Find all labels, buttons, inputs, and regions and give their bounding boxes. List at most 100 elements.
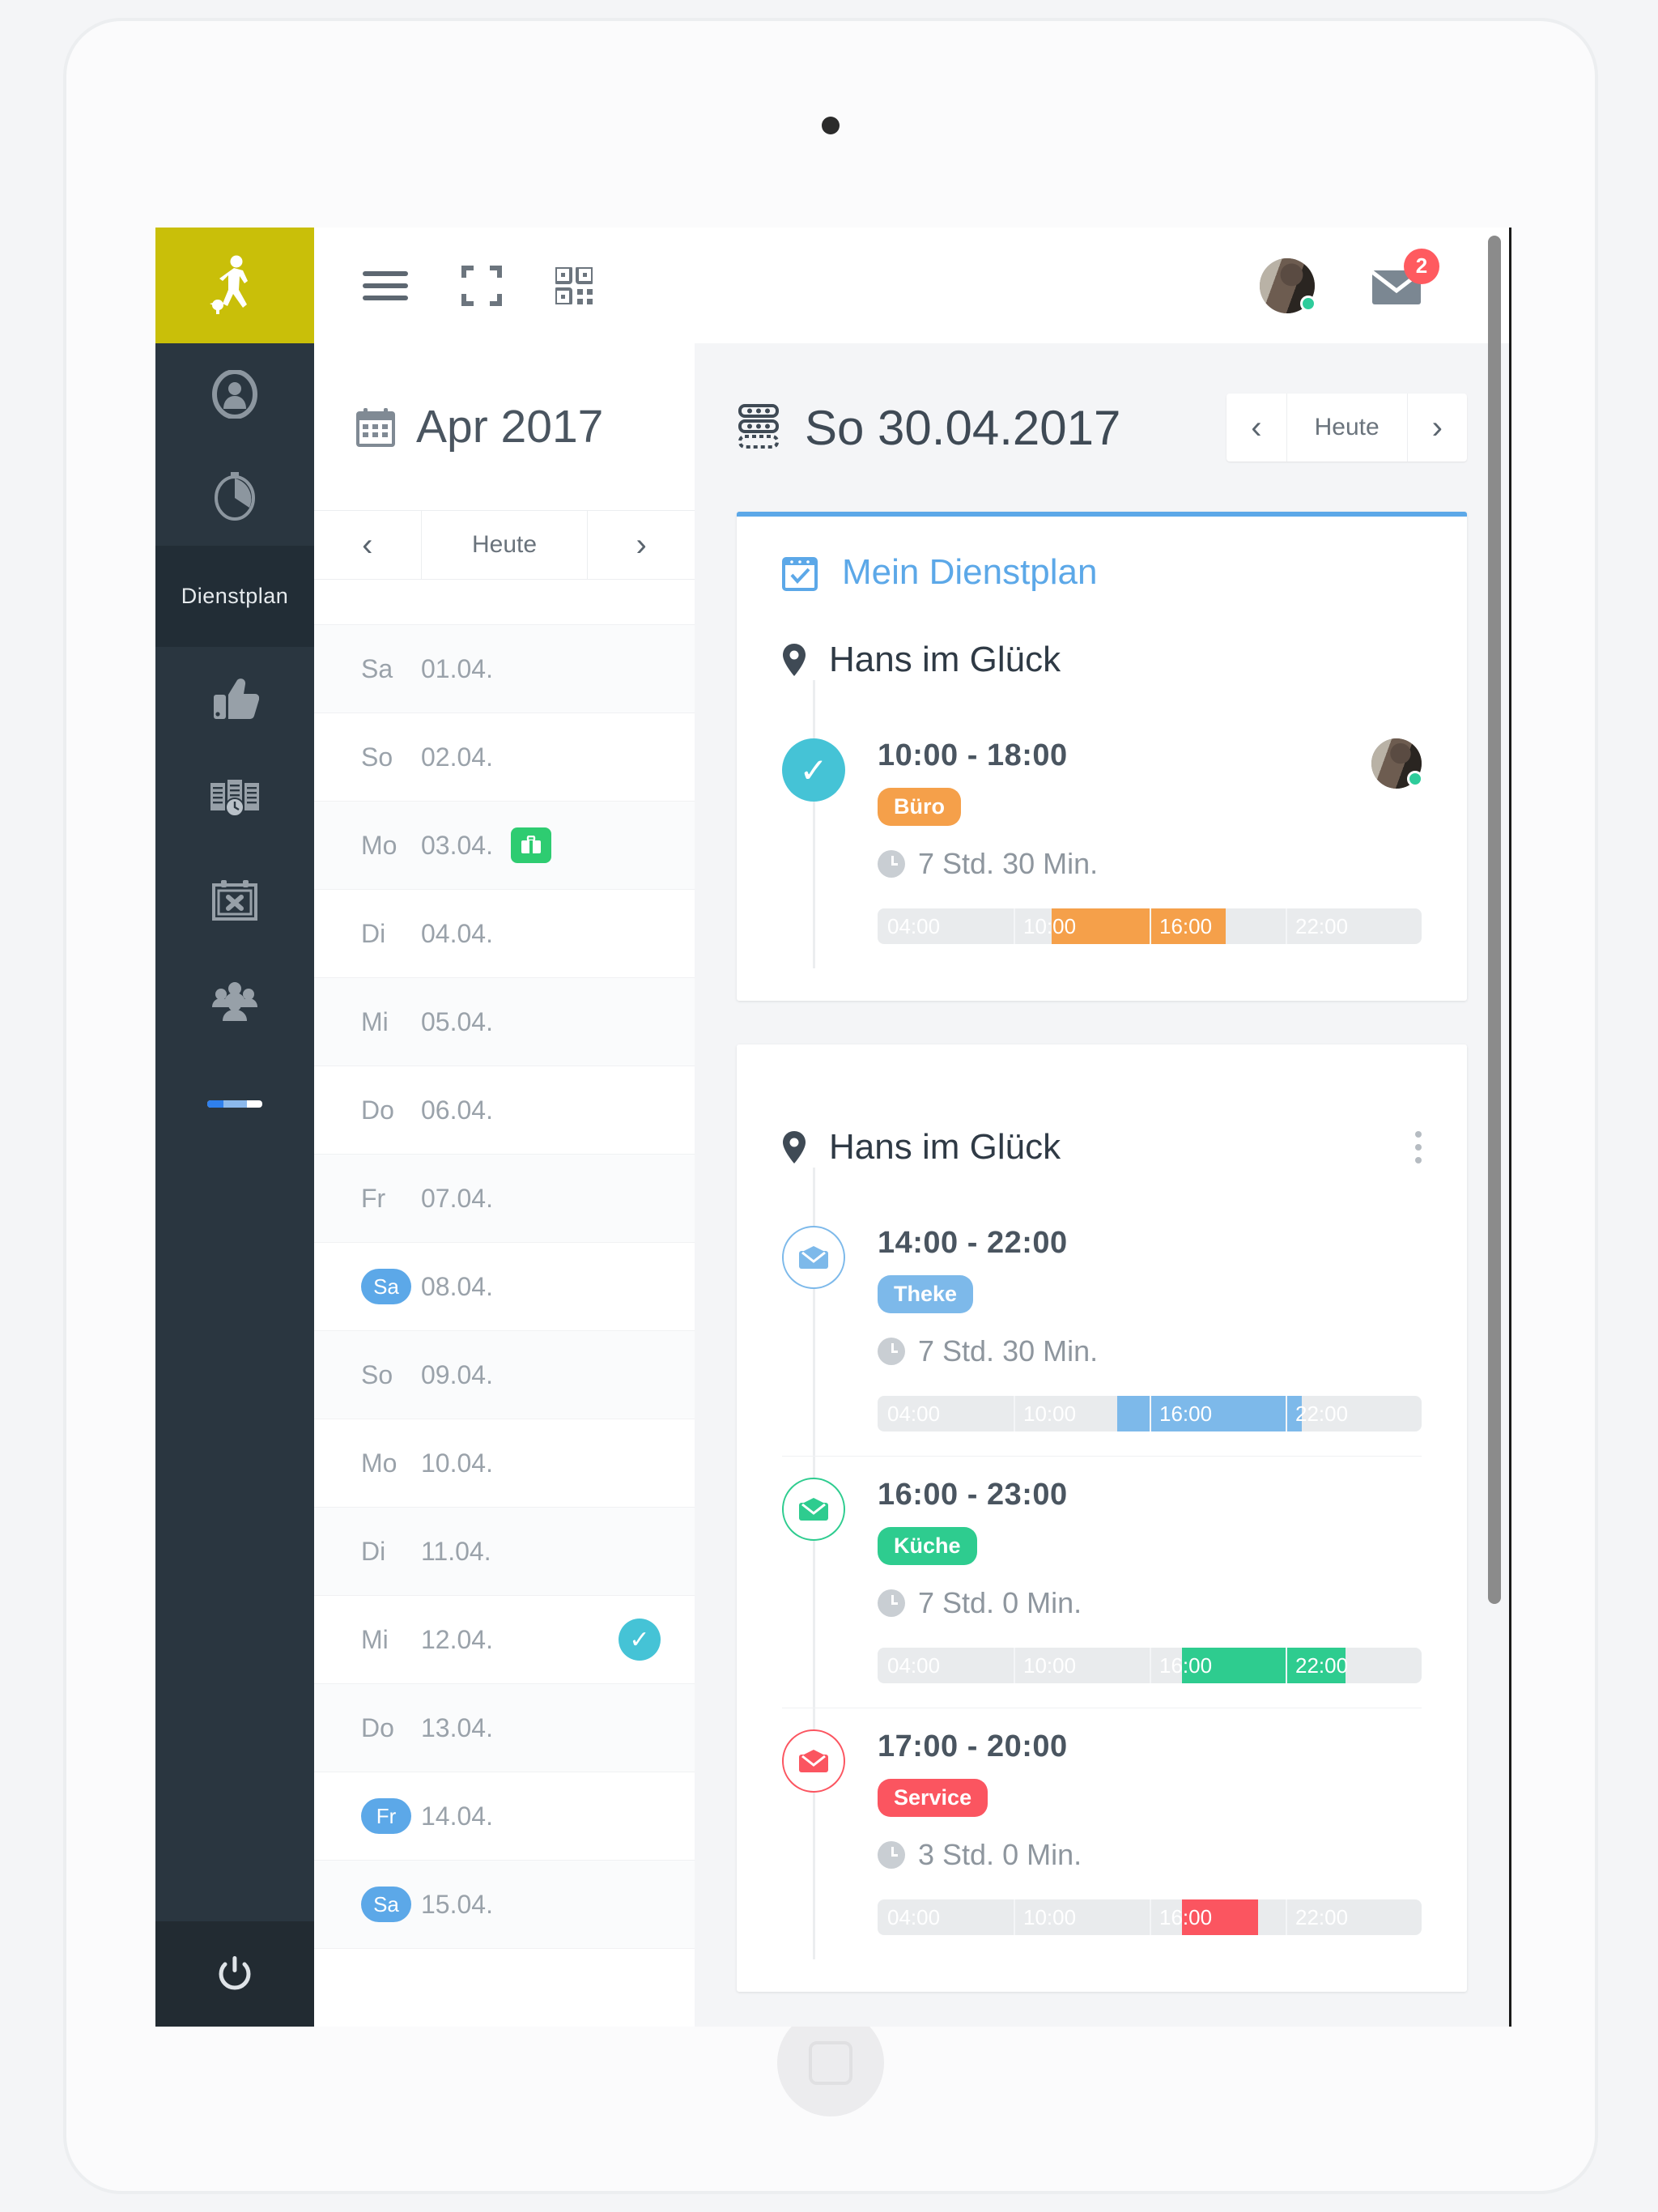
briefcase-icon: [510, 827, 551, 863]
map-pin-icon: [782, 1130, 806, 1164]
status-badge: Küche: [878, 1527, 977, 1565]
timeline-tick-label: 04:00: [887, 1904, 941, 1929]
day-today-button[interactable]: Heute: [1287, 393, 1408, 462]
day-weekday-pill: Sa: [361, 1887, 411, 1922]
shift-avatar[interactable]: [1371, 738, 1423, 789]
people-group-icon: [212, 981, 257, 1021]
sidebar-item-profile[interactable]: [155, 343, 314, 445]
shift-avatar-wrap: [1371, 738, 1423, 789]
list-item[interactable]: So 02.04.: [314, 713, 695, 802]
day-prev-button[interactable]: ‹: [1226, 393, 1287, 462]
clock-icon: [878, 850, 905, 878]
list-item[interactable]: Mi 12.04. ✓: [314, 1596, 695, 1684]
user-circle-icon: [212, 369, 257, 419]
mail-button[interactable]: 2: [1371, 248, 1439, 305]
month-next-button[interactable]: ›: [588, 511, 695, 579]
status-badge: Büro: [878, 788, 961, 826]
shift-duration-label: 7 Std. 30 Min.: [918, 1334, 1099, 1368]
list-item[interactable]: Mo 10.04.: [314, 1419, 695, 1508]
sidebar-item-label: Dienstplan: [181, 584, 289, 608]
list-item[interactable]: Fr 14.04.: [314, 1772, 695, 1861]
month-today-button[interactable]: Heute: [421, 511, 589, 579]
hamburger-menu-icon[interactable]: [363, 269, 408, 303]
list-item[interactable]: Mo 03.04.: [314, 802, 695, 890]
sidebar-item-absences[interactable]: [155, 849, 314, 951]
fullscreen-icon[interactable]: [461, 265, 502, 306]
timeline-tick-label: 22:00: [1295, 1653, 1349, 1678]
sidebar-progress-bar: [207, 1100, 262, 1108]
sidebar-item-approvals[interactable]: [155, 647, 314, 748]
progress-fill-strong: [207, 1100, 224, 1108]
day-weekday: Di: [361, 918, 386, 948]
card-menu-button[interactable]: [1415, 1131, 1422, 1163]
list-item[interactable]: Mi 05.04.: [314, 978, 695, 1066]
app-logo[interactable]: [155, 228, 314, 343]
sidebar-item-timesheets[interactable]: [155, 748, 314, 849]
shift-row[interactable]: 16:00 - 23:00 Küche 7 Std. 0 Min. 04:00 10:0…: [782, 1456, 1422, 1708]
list-item[interactable]: So 09.04.: [314, 1331, 695, 1419]
shift-row[interactable]: ✓ 10:00 - 18:00 Büro 7 Std. 30 Min. 04:00 10:…: [782, 717, 1423, 968]
sidebar-item-team[interactable]: [155, 951, 314, 1052]
list-item[interactable]: Di 04.04.: [314, 890, 695, 978]
shift-status-icon: [782, 1478, 845, 1541]
timeline-tick-label: 10:00: [1023, 913, 1077, 938]
day-weekday: Sa: [361, 653, 393, 683]
clock-icon: [878, 1338, 905, 1365]
avatar[interactable]: [1260, 257, 1316, 313]
day-next-button[interactable]: ›: [1408, 393, 1467, 462]
shift-list: 14:00 - 22:00 Theke 7 Std. 30 Min. 04:00 10:…: [782, 1168, 1422, 1959]
month-nav: ‹ Heute ›: [314, 511, 695, 580]
day-date: 14.04.: [421, 1801, 493, 1831]
shift-timeline: 04:00 10:00 16:00 22:00: [878, 1899, 1422, 1935]
walking-person-with-goose-icon: [210, 255, 248, 314]
shift-status-icon: ✓: [782, 738, 845, 802]
list-item[interactable]: Di 11.04.: [314, 1508, 695, 1596]
shift-duration-label: 7 Std. 30 Min.: [918, 847, 1099, 880]
shift-time: 14:00 - 22:00: [878, 1226, 1068, 1260]
thumbs-up-icon: [214, 678, 259, 719]
day-date: 08.04.: [421, 1271, 493, 1301]
sidebar-item-dienstplan[interactable]: Dienstplan: [155, 546, 314, 647]
roster-icon: [738, 404, 779, 449]
list-item[interactable]: Sa 15.04.: [314, 1861, 695, 1949]
shift-duration-label: 7 Std. 0 Min.: [918, 1586, 1082, 1619]
list-item[interactable]: Fr 07.04.: [314, 1155, 695, 1243]
list-item[interactable]: Do 06.04.: [314, 1066, 695, 1155]
qr-code-icon[interactable]: [555, 266, 593, 304]
shift-duration-label: 3 Std. 0 Min.: [918, 1838, 1082, 1871]
location-name: Hans im Glück: [829, 640, 1061, 679]
month-prev-button[interactable]: ‹: [314, 511, 422, 579]
list-item[interactable]: Sa 08.04.: [314, 1243, 695, 1331]
timeline-tick-label: 10:00: [1023, 1653, 1077, 1678]
day-weekday: Do: [361, 1095, 394, 1125]
shift-timeline: 04:00 10:00 16:00 22:00: [878, 1648, 1422, 1683]
list-item[interactable]: Do 13.04.: [314, 1684, 695, 1772]
day-date: 15.04.: [421, 1889, 493, 1919]
status-badge: Service: [878, 1779, 988, 1817]
day-weekday: Mo: [361, 1448, 397, 1478]
vertical-scrollbar[interactable]: [1488, 236, 1501, 1604]
calendar-icon: [356, 408, 395, 447]
list-item[interactable]: Sa 01.04.: [314, 625, 695, 713]
shift-row[interactable]: 14:00 - 22:00 Theke 7 Std. 30 Min. 04:00 10:…: [782, 1205, 1422, 1456]
timeline-tick-label: 04:00: [887, 1653, 941, 1678]
sidebar-item-timeclock[interactable]: [155, 445, 314, 546]
page-title: So 30.04.2017: [805, 400, 1121, 455]
plan-title-row[interactable]: Mein Dienstplan: [782, 552, 1422, 593]
day-weekday: Fr: [361, 1183, 386, 1213]
shift-time: 16:00 - 23:00: [878, 1478, 1068, 1512]
day-date: 02.04.: [421, 742, 493, 772]
day-weekday-pill: Sa: [361, 1269, 411, 1304]
online-status-dot: [1407, 771, 1423, 787]
calendar-x-icon: [212, 879, 257, 921]
progress-fill-mid: [223, 1100, 247, 1108]
clock-icon: [878, 1841, 905, 1869]
shift-row[interactable]: 17:00 - 20:00 Service 3 Std. 0 Min. 04:00 10…: [782, 1708, 1422, 1959]
day-panel: So 30.04.2017 ‹ Heute › Mein Dienstplan H…: [695, 343, 1509, 2027]
tablet-frame: Dienstplan 2 Apr 2017 ‹ Heute › Sa 01.04…: [63, 18, 1598, 2194]
kebab-dot: [1415, 1131, 1422, 1138]
map-pin-icon: [782, 643, 806, 677]
month-panel: Apr 2017 ‹ Heute › Sa 01.04. So 02.04. Mo 03.…: [314, 343, 695, 2027]
shift-cards: Mein Dienstplan Hans im Glück ✓ 10:00 - 18:…: [695, 512, 1509, 1992]
logout-button[interactable]: [155, 1921, 314, 2027]
